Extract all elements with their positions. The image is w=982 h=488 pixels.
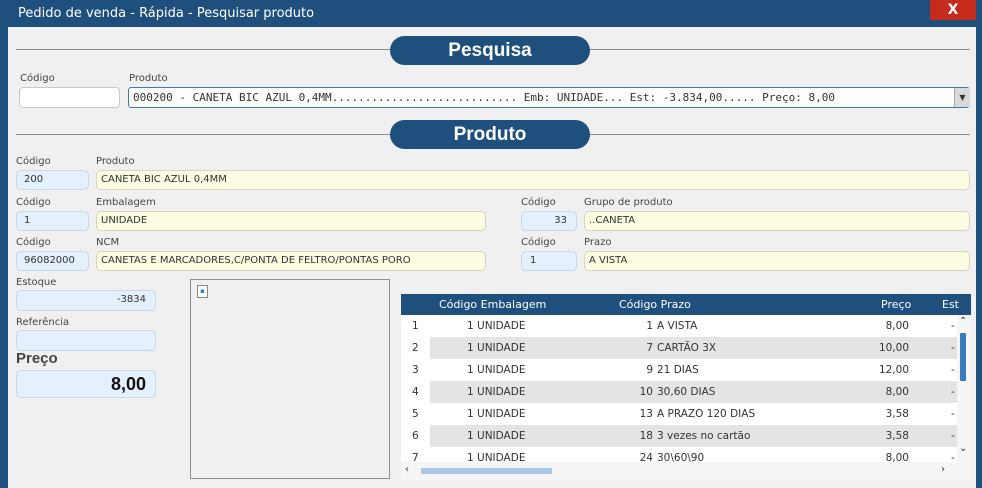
cell-prazo-code: 18 — [639, 430, 653, 442]
scroll-left-icon[interactable]: ‹ — [405, 464, 409, 475]
estoque-label: Estoque — [16, 277, 57, 288]
window-border — [0, 28, 8, 488]
cell-preco: 12,00 — [878, 364, 909, 376]
grupo-codigo-label: Código — [521, 197, 556, 208]
preco-label: Preço — [16, 350, 58, 367]
embalagem-code-field[interactable]: 1 — [16, 211, 89, 231]
product-search-combobox[interactable]: 000200 - CANETA BIC AZUL 0,4MM..........… — [128, 87, 970, 108]
embalagem-label: Embalagem — [96, 197, 156, 208]
cell-est: - — [951, 320, 955, 332]
cell-embalagem: 1 UNIDADE — [467, 408, 526, 420]
ncm-field[interactable]: CANETAS E MARCADORES,C/PONTA DE FELTRO/P… — [96, 251, 486, 271]
embalagem-field[interactable]: UNIDADE — [96, 211, 486, 231]
cell-preco: 10,00 — [878, 342, 909, 354]
cell-prazo-code: 7 — [646, 342, 653, 354]
cell-prazo-code: 1 — [646, 320, 653, 332]
pesquisa-section-title: Pesquisa — [390, 36, 590, 65]
scroll-right-icon[interactable]: › — [941, 464, 945, 475]
cell-prazo: A VISTA — [657, 320, 698, 332]
codigo-label: Código — [16, 156, 51, 167]
prazo-codigo-label: Código — [521, 237, 556, 248]
cell-embalagem: 1 UNIDADE — [467, 430, 526, 442]
window-title: Pedido de venda - Rápida - Pesquisar pro… — [18, 6, 315, 21]
cell-prazo: A PRAZO 120 DIAS — [657, 408, 756, 420]
referencia-label: Referência — [16, 317, 70, 328]
table-row[interactable]: 2 1 UNIDADE 7 CARTÃO 3X 10,00 - — [401, 337, 957, 359]
produto-label: Produto — [96, 156, 135, 167]
produto-section-title: Produto — [390, 120, 590, 149]
chevron-down-icon[interactable]: ▼ — [954, 88, 970, 107]
cell-est: - — [951, 408, 955, 420]
row-number: 4 — [412, 386, 419, 398]
row-number: 1 — [412, 320, 419, 332]
cell-prazo-code: 10 — [639, 386, 653, 398]
header-codigo-embalagem[interactable]: Código Embalagem — [439, 298, 546, 311]
row-number: 6 — [412, 430, 419, 442]
vertical-scrollbar[interactable]: ⌃ ⌄ — [957, 315, 971, 462]
vertical-scroll-thumb[interactable] — [960, 333, 966, 381]
broken-image-icon: ▪ — [197, 285, 208, 298]
cell-prazo: 3 vezes no cartão — [657, 430, 751, 442]
cell-preco: 8,00 — [885, 320, 909, 332]
embalagem-codigo-label: Código — [16, 197, 51, 208]
horizontal-scrollbar[interactable]: ‹ › — [401, 462, 971, 480]
preco-field[interactable]: 8,00 — [16, 370, 156, 398]
grupo-field[interactable]: ..CANETA — [584, 211, 970, 231]
scroll-up-icon[interactable]: ⌃ — [959, 316, 967, 327]
price-grid[interactable]: Código Embalagem Código Prazo Preço Est … — [401, 294, 971, 480]
cell-prazo: 21 DIAS — [657, 364, 699, 376]
row-number: 5 — [412, 408, 419, 420]
grupo-code-field[interactable]: 33 — [521, 211, 577, 231]
row-number: 3 — [412, 364, 419, 376]
cell-embalagem: 1 UNIDADE — [467, 386, 526, 398]
header-preco[interactable]: Preço — [881, 298, 911, 311]
cell-est: - — [951, 342, 955, 354]
estoque-field[interactable]: -3834 — [16, 290, 156, 311]
table-row[interactable]: 5 1 UNIDADE 13 A PRAZO 120 DIAS 3,58 - — [401, 403, 957, 425]
prazo-field[interactable]: A VISTA — [584, 251, 970, 271]
grupo-label: Grupo de produto — [584, 197, 673, 208]
cell-preco: 8,00 — [885, 386, 909, 398]
product-name-field[interactable]: CANETA BIC AZUL 0,4MM — [96, 170, 970, 190]
ncm-label: NCM — [96, 237, 120, 248]
cell-embalagem: 1 UNIDADE — [467, 320, 526, 332]
ncm-codigo-label: Código — [16, 237, 51, 248]
cell-est: - — [951, 364, 955, 376]
grid-header: Código Embalagem Código Prazo Preço Est — [401, 294, 971, 315]
cell-preco: 3,58 — [885, 430, 909, 442]
cell-embalagem: 1 UNIDADE — [467, 342, 526, 354]
prazo-code-field[interactable]: 1 — [521, 251, 577, 271]
cell-prazo: CARTÃO 3X — [657, 342, 717, 354]
product-image-box[interactable]: ▪ — [190, 279, 390, 479]
header-codigo-prazo[interactable]: Código Prazo — [619, 298, 691, 311]
cell-preco: 3,58 — [885, 408, 909, 420]
cell-prazo: 30,60 DIAS — [657, 386, 716, 398]
table-row[interactable]: 3 1 UNIDADE 9 21 DIAS 12,00 - — [401, 359, 957, 381]
cell-est: - — [951, 430, 955, 442]
prazo-label: Prazo — [584, 237, 612, 248]
cell-prazo-code: 9 — [646, 364, 653, 376]
cell-prazo-code: 13 — [639, 408, 653, 420]
product-code-field[interactable]: 200 — [16, 170, 89, 190]
cell-est: - — [951, 386, 955, 398]
referencia-field[interactable] — [16, 330, 156, 351]
cell-embalagem: 1 UNIDADE — [467, 364, 526, 376]
search-codigo-label: Código — [20, 73, 55, 84]
horizontal-scroll-thumb[interactable] — [421, 468, 552, 474]
ncm-code-field[interactable]: 96082000 — [16, 251, 89, 271]
search-produto-label: Produto — [129, 73, 168, 84]
search-codigo-input[interactable] — [19, 87, 120, 108]
header-est[interactable]: Est — [942, 298, 959, 311]
table-row[interactable]: 1 1 UNIDADE 1 A VISTA 8,00 - — [401, 315, 957, 337]
table-row[interactable]: 4 1 UNIDADE 10 30,60 DIAS 8,00 - — [401, 381, 957, 403]
close-button[interactable]: X — [930, 0, 976, 20]
row-number: 2 — [412, 342, 419, 354]
scroll-down-icon[interactable]: ⌄ — [959, 443, 967, 454]
table-row[interactable]: 6 1 UNIDADE 18 3 vezes no cartão 3,58 - — [401, 425, 957, 447]
